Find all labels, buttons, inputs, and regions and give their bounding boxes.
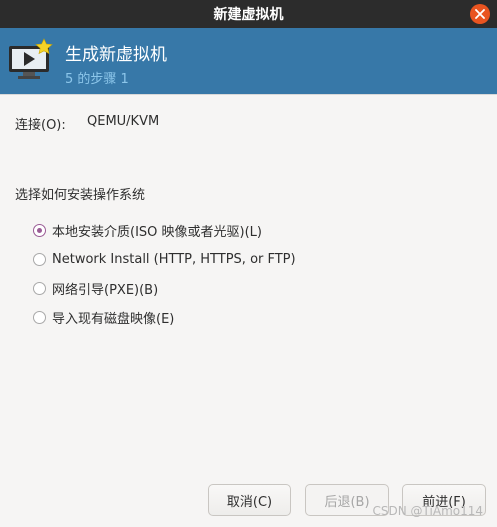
connection-row: 连接(O): QEMU/KVM xyxy=(15,114,159,133)
option-network-install[interactable]: Network Install (HTTP, HTTPS, or FTP) xyxy=(33,245,296,274)
window-titlebar: 新建虚拟机 xyxy=(0,0,497,28)
wizard-step: 5 的步骤 1 xyxy=(65,72,129,87)
radio-pxe-boot[interactable] xyxy=(33,282,46,295)
option-label: Network Install (HTTP, HTTPS, or FTP) xyxy=(52,252,296,267)
radio-network-install[interactable] xyxy=(33,253,46,266)
new-vm-icon xyxy=(9,38,53,79)
option-local-media[interactable]: 本地安装介质(ISO 映像或者光驱)(L) xyxy=(33,216,296,245)
window-title: 新建虚拟机 xyxy=(213,7,284,23)
header-banner: 生成新虚拟机 5 的步骤 1 xyxy=(0,28,497,95)
watermark: CSDN @TiAmo114 xyxy=(372,504,483,518)
close-icon xyxy=(475,9,485,19)
connection-value: QEMU/KVM xyxy=(87,114,160,129)
connection-label: 连接(O): xyxy=(15,118,66,133)
cancel-button[interactable]: 取消(C) xyxy=(208,484,291,516)
radio-local-media[interactable] xyxy=(33,224,46,237)
option-pxe-boot[interactable]: 网络引导(PXE)(B) xyxy=(33,274,296,303)
wizard-title: 生成新虚拟机 xyxy=(65,45,167,65)
close-button[interactable] xyxy=(470,4,490,24)
option-label: 导入现有磁盘映像(E) xyxy=(52,312,175,327)
install-method-title: 选择如何安装操作系统 xyxy=(15,188,146,203)
install-options: 本地安装介质(ISO 映像或者光驱)(L) Network Install (H… xyxy=(33,216,296,332)
option-import-disk[interactable]: 导入现有磁盘映像(E) xyxy=(33,303,296,332)
option-label: 网络引导(PXE)(B) xyxy=(52,283,159,298)
radio-import-disk[interactable] xyxy=(33,311,46,324)
option-label: 本地安装介质(ISO 映像或者光驱)(L) xyxy=(52,225,262,240)
